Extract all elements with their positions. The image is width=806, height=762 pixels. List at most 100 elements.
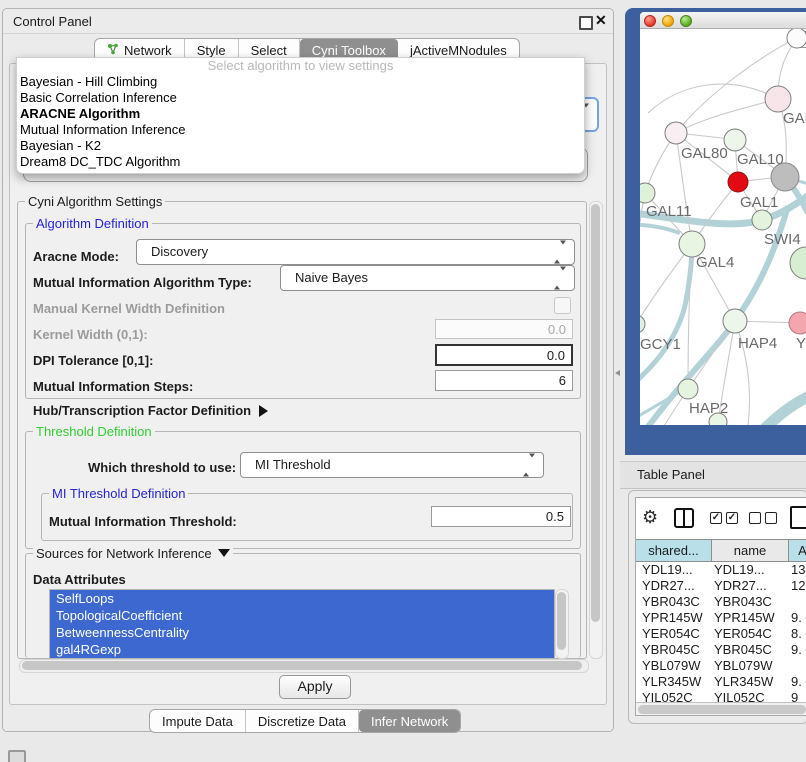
hub-definition-toggle[interactable]: Hub/Transcription Factor Definition xyxy=(33,403,268,418)
gear-icon[interactable]: ⚙ xyxy=(642,507,658,528)
combo-arrows-icon xyxy=(554,245,566,260)
network-node[interactable] xyxy=(771,163,799,191)
algorithm-option[interactable]: ARACNE Algorithm xyxy=(17,106,584,122)
table-cell: YER054C xyxy=(714,626,788,642)
tab-label: Impute Data xyxy=(162,714,233,729)
combo-arrows-icon xyxy=(554,271,566,286)
algorithm-option[interactable]: Bayesian - Hill Climbing xyxy=(17,74,584,90)
column-header-third[interactable]: A xyxy=(789,540,806,561)
algorithm-option[interactable]: Dream8 DC_TDC Algorithm xyxy=(17,154,584,170)
table-panel-bar: Table Panel xyxy=(620,461,806,489)
network-node-hap4[interactable] xyxy=(723,309,747,333)
settings-horizontal-scrollbar[interactable] xyxy=(19,659,589,673)
minimize-traffic-light-icon[interactable] xyxy=(662,15,674,27)
algorithm-option[interactable]: Bayesian - K2 xyxy=(17,138,584,154)
table-row[interactable]: YDR27...YDR27...12 xyxy=(636,578,806,594)
attribute-list-item[interactable]: SelfLoops xyxy=(50,590,554,607)
network-view-frame: GALGAL80GAL10GAL1GAL11SWI4GAL4GCY1HAP4YH… xyxy=(625,8,806,455)
collapse-down-icon xyxy=(218,549,230,557)
dpi-tolerance-label: DPI Tolerance [0,1]: xyxy=(33,353,153,368)
network-node-gal[interactable] xyxy=(765,86,791,112)
table-cell: YBR043C xyxy=(642,594,712,610)
data-attributes-label: Data Attributes xyxy=(33,572,126,587)
page-icon[interactable] xyxy=(790,506,806,529)
mi-threshold-label: Mutual Information Threshold: xyxy=(49,514,237,529)
deselect-all-icon[interactable] xyxy=(749,512,761,524)
algorithm-option[interactable]: Mutual Information Inference xyxy=(17,122,584,138)
network-node-gal11[interactable] xyxy=(640,183,655,203)
deselect-all-icon[interactable] xyxy=(765,512,777,524)
kernel-width-field[interactable]: 0.0 xyxy=(435,319,573,339)
mi-type-combo[interactable]: Naive Bayes xyxy=(280,265,575,291)
hub-definition-label: Hub/Transcription Factor Definition xyxy=(33,403,251,418)
network-node-label: GAL1 xyxy=(740,194,778,211)
aracne-mode-combo[interactable]: Discovery xyxy=(136,239,575,265)
tab-discretize-data[interactable]: Discretize Data xyxy=(246,710,359,732)
tab-label: Infer Network xyxy=(371,714,448,729)
settings-vertical-scrollbar[interactable] xyxy=(589,201,603,659)
table-horizontal-scrollbar[interactable] xyxy=(636,702,806,716)
close-icon[interactable]: ✕ xyxy=(595,12,607,29)
network-node-label: GAL xyxy=(783,110,806,127)
network-node[interactable] xyxy=(790,247,806,279)
select-all-icon[interactable]: ✓ xyxy=(710,512,722,524)
cyni-algorithm-settings-legend: Cyni Algorithm Settings xyxy=(25,194,165,209)
attributes-list-scrollbar-thumb[interactable] xyxy=(557,592,566,650)
table-row[interactable]: YLR345WYLR345W9. xyxy=(636,674,806,690)
close-traffic-light-icon[interactable] xyxy=(644,15,656,27)
sources-legend[interactable]: Sources for Network Inference xyxy=(33,546,233,561)
algorithm-popup-prompt: Select algorithm to view settings xyxy=(17,58,584,74)
table-cell: 8. xyxy=(791,626,806,642)
tab-impute-data[interactable]: Impute Data xyxy=(150,710,246,732)
attribute-list-item[interactable]: TopologicalCoefficient xyxy=(50,607,554,624)
select-all-icon[interactable]: ✓ xyxy=(726,512,738,524)
network-node-gcy1[interactable] xyxy=(640,315,645,333)
table-row[interactable]: YDL19...YDL19...13 xyxy=(636,562,806,578)
network-node-gal10[interactable] xyxy=(724,129,746,151)
column-header-shared[interactable]: shared... xyxy=(636,540,712,561)
mi-steps-field[interactable]: 6 xyxy=(435,370,573,391)
network-icon xyxy=(107,43,119,58)
manual-kernel-checkbox[interactable] xyxy=(554,297,571,314)
table-row[interactable]: YBR045CYBR045C9. xyxy=(636,642,806,658)
table-header: shared... name A xyxy=(636,539,806,562)
network-node-hap2[interactable] xyxy=(678,379,698,399)
attribute-list-item[interactable]: gal4RGexp xyxy=(50,641,554,658)
network-node-swi4[interactable] xyxy=(752,210,772,230)
float-window-icon[interactable] xyxy=(579,16,593,30)
table-cell: YER054C xyxy=(642,626,712,642)
table-row[interactable]: YPR145WYPR145W9. xyxy=(636,610,806,626)
table-row[interactable]: YER054CYER054C8. xyxy=(636,626,806,642)
column-header-name[interactable]: name xyxy=(712,540,789,561)
data-attributes-list[interactable]: SelfLoopsTopologicalCoefficientBetweenne… xyxy=(49,589,555,659)
network-node-gal1[interactable] xyxy=(728,172,748,192)
algorithm-option[interactable]: Basic Correlation Inference xyxy=(17,90,584,106)
network-node-label: HAP4 xyxy=(738,335,777,352)
tab-label: jActiveMNodules xyxy=(410,43,507,58)
mi-steps-label: Mutual Information Steps: xyxy=(33,379,193,394)
zoom-traffic-light-icon[interactable] xyxy=(680,15,692,27)
table-horizontal-scrollbar-thumb[interactable] xyxy=(638,705,806,714)
table-row[interactable]: YBL079WYBL079W xyxy=(636,658,806,674)
network-window-titlebar xyxy=(640,12,806,29)
network-node[interactable] xyxy=(787,29,806,48)
network-node-gal80[interactable] xyxy=(665,122,687,144)
attributes-list-scrollbar[interactable] xyxy=(555,589,569,659)
collapsed-panel-icon[interactable] xyxy=(8,750,26,762)
settings-horizontal-scrollbar-thumb[interactable] xyxy=(22,661,582,670)
which-threshold-combo[interactable]: MI Threshold xyxy=(240,452,544,478)
network-node-y[interactable] xyxy=(789,312,806,334)
network-canvas[interactable]: GALGAL80GAL10GAL1GAL11SWI4GAL4GCY1HAP4YH… xyxy=(640,29,806,425)
dpi-tolerance-field[interactable]: 0.0 xyxy=(435,344,573,366)
tab-infer-network[interactable]: Infer Network xyxy=(359,710,460,732)
table-panel-window: ⚙ ✓ ✓ shared... name A YDL19...YDL19...1… xyxy=(628,490,806,724)
table-cell: YDL19... xyxy=(714,562,788,578)
apply-button[interactable]: Apply xyxy=(279,675,351,699)
split-view-icon[interactable] xyxy=(674,508,694,528)
table-row[interactable]: YBR043CYBR043C xyxy=(636,594,806,610)
mi-type-label: Mutual Information Algorithm Type: xyxy=(33,275,252,290)
attribute-list-item[interactable]: BetweennessCentrality xyxy=(50,624,554,641)
settings-vertical-scrollbar-thumb[interactable] xyxy=(591,204,600,622)
panel-splitter-handle[interactable] xyxy=(615,370,620,376)
mi-threshold-field[interactable]: 0.5 xyxy=(431,506,571,527)
